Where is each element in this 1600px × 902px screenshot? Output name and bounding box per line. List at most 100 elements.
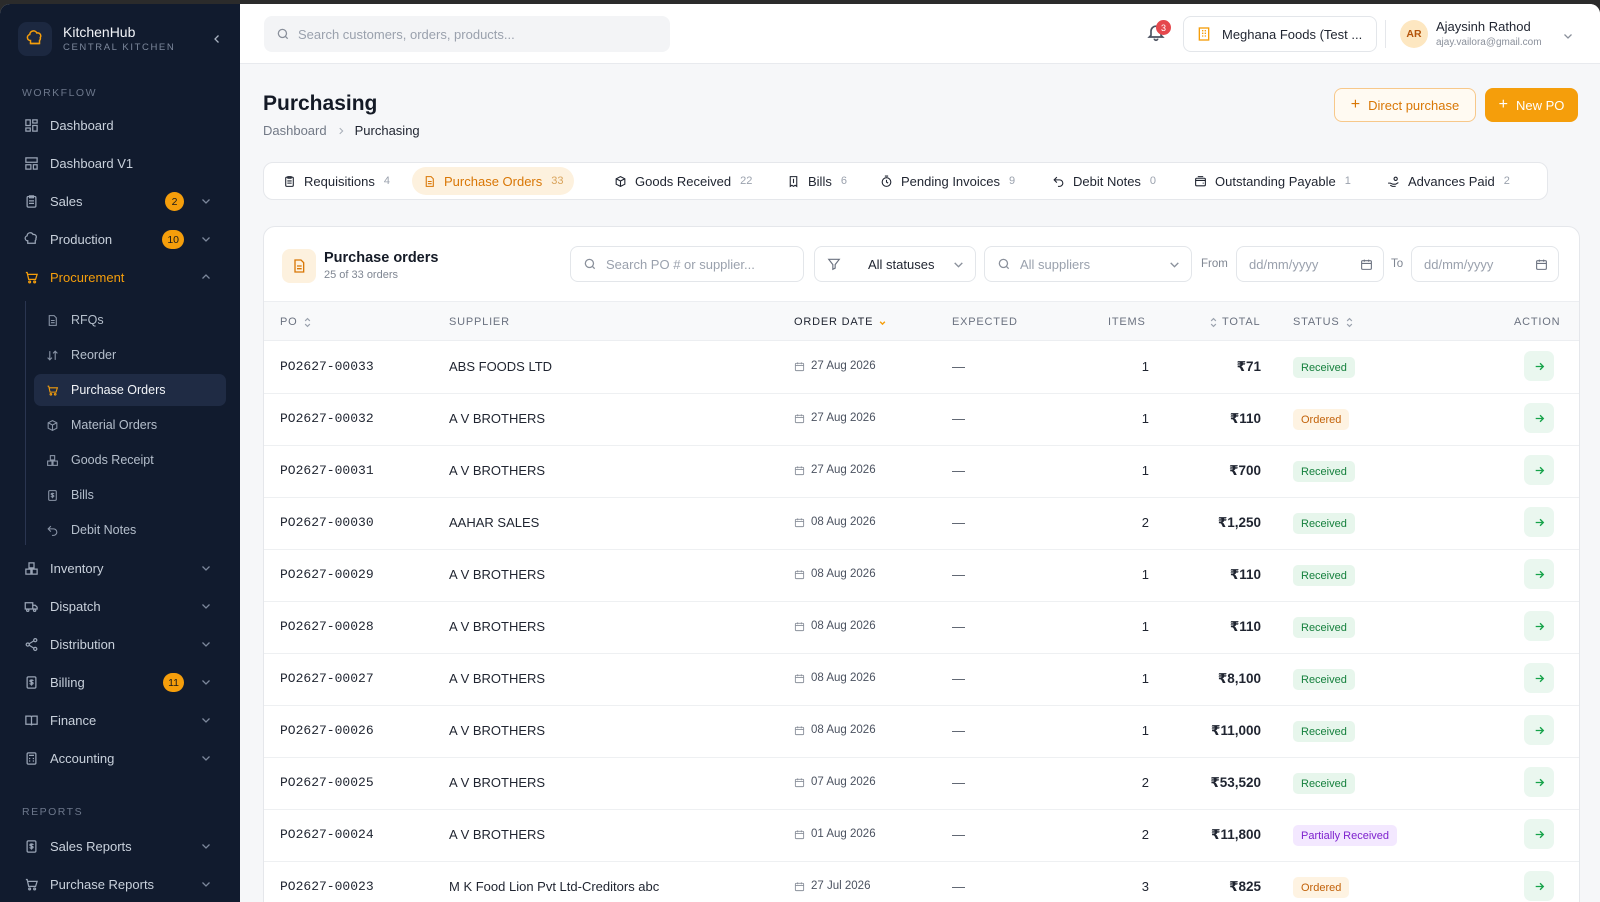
calendar-icon xyxy=(794,465,805,475)
sidebar-subitem-rfqs[interactable]: RFQs xyxy=(34,304,226,336)
table-row[interactable]: PO2627-00029 A V BROTHERS 08 Aug 2026 — 1 ₹11… xyxy=(264,549,1579,602)
open-order-button[interactable] xyxy=(1524,403,1554,433)
sidebar-item-sales[interactable]: Sales 2 xyxy=(14,184,226,218)
table-row[interactable]: PO2627-00033 ABS FOODS LTD 27 Aug 2026 — 1 ₹7… xyxy=(264,341,1579,394)
po-search-field[interactable] xyxy=(570,246,804,282)
sidebar-item-billing[interactable]: Billing 11 xyxy=(14,665,226,699)
boxes-icon xyxy=(45,453,59,467)
sidebar-item-finance[interactable]: Finance xyxy=(14,703,226,737)
table-row[interactable]: PO2627-00025 A V BROTHERS 07 Aug 2026 — 2 ₹53… xyxy=(264,757,1579,810)
chevron-down-icon xyxy=(202,844,210,849)
tab-advances-paid[interactable]: Advances Paid 2 xyxy=(1376,167,1520,195)
sidebar-item-dispatch[interactable]: Dispatch xyxy=(14,589,226,623)
po-number[interactable]: PO2627-00023 xyxy=(280,879,374,894)
status-badge: Received xyxy=(1293,721,1355,742)
order-date: 27 Jul 2026 xyxy=(794,880,870,892)
sidebar-subitem-bills[interactable]: Bills xyxy=(34,479,226,511)
sidebar-item-procurement[interactable]: Procurement xyxy=(14,260,226,294)
avatar[interactable]: AR xyxy=(1400,20,1428,48)
organization-selector[interactable]: Meghana Foods (Test ... xyxy=(1183,16,1377,52)
doc-icon xyxy=(45,313,59,327)
po-number[interactable]: PO2627-00033 xyxy=(280,359,374,374)
sidebar-item-dashboard[interactable]: Dashboard xyxy=(14,108,226,142)
order-date-text: 08 Aug 2026 xyxy=(811,568,876,580)
sidebar-subitem-material-orders[interactable]: Material Orders xyxy=(34,409,226,441)
table-row[interactable]: PO2627-00026 A V BROTHERS 08 Aug 2026 — 1 ₹11… xyxy=(264,705,1579,758)
new-po-button[interactable]: + New PO xyxy=(1485,88,1578,122)
open-order-button[interactable] xyxy=(1524,819,1554,849)
open-order-button[interactable] xyxy=(1524,663,1554,693)
column-header-order-date[interactable]: ORDER DATE xyxy=(794,316,887,328)
tab-outstanding-payable[interactable]: Outstanding Payable 1 xyxy=(1183,167,1361,195)
status-filter-select[interactable]: All statuses xyxy=(814,246,976,282)
table-row[interactable]: PO2627-00032 A V BROTHERS 27 Aug 2026 — 1 ₹11… xyxy=(264,393,1579,446)
order-date-text: 08 Aug 2026 xyxy=(811,620,876,632)
tab-bills[interactable]: Bills 6 xyxy=(776,167,857,195)
order-total: ₹110 xyxy=(1229,411,1261,426)
table-row[interactable]: PO2627-00024 A V BROTHERS 01 Aug 2026 — 2 ₹11… xyxy=(264,809,1579,862)
tab-goods-received[interactable]: Goods Received 22 xyxy=(603,167,762,195)
column-header-total[interactable]: TOTAL xyxy=(1209,316,1260,328)
po-number[interactable]: PO2627-00024 xyxy=(280,827,374,842)
status-badge: Received xyxy=(1293,565,1355,586)
po-number[interactable]: PO2627-00026 xyxy=(280,723,374,738)
po-number[interactable]: PO2627-00029 xyxy=(280,567,374,582)
sidebar-item-sales-reports[interactable]: Sales Reports xyxy=(14,829,226,863)
chevron-down-icon[interactable] xyxy=(1562,30,1574,42)
tab-requisitions[interactable]: Requisitions 4 xyxy=(272,167,400,195)
sidebar-item-accounting[interactable]: Accounting xyxy=(14,741,226,775)
po-number[interactable]: PO2627-00028 xyxy=(280,619,374,634)
table-row[interactable]: PO2627-00027 A V BROTHERS 08 Aug 2026 — 1 ₹8,… xyxy=(264,653,1579,706)
supplier-filter-input[interactable] xyxy=(1020,256,1170,272)
search-icon xyxy=(277,28,289,40)
breadcrumb-dashboard[interactable]: Dashboard xyxy=(263,123,327,138)
table-row[interactable]: PO2627-00031 A V BROTHERS 27 Aug 2026 — 1 ₹70… xyxy=(264,445,1579,498)
column-header-status[interactable]: STATUS xyxy=(1293,316,1354,328)
open-order-button[interactable] xyxy=(1524,715,1554,745)
chevron-down-icon xyxy=(954,262,963,268)
from-date-field[interactable] xyxy=(1236,246,1384,282)
sidebar-item-production[interactable]: Production 10 xyxy=(14,222,226,256)
sidebar-subitem-purchase-orders[interactable]: Purchase Orders xyxy=(34,374,226,406)
po-number[interactable]: PO2627-00025 xyxy=(280,775,374,790)
sidebar-item-dashboard-v1[interactable]: Dashboard V1 xyxy=(14,146,226,180)
open-order-button[interactable] xyxy=(1524,507,1554,537)
table-row[interactable]: PO2627-00023 M K Food Lion Pvt Ltd-Credit… xyxy=(264,861,1579,902)
from-date-input[interactable] xyxy=(1249,256,1359,272)
open-order-button[interactable] xyxy=(1524,611,1554,641)
open-order-button[interactable] xyxy=(1524,871,1554,901)
user-name[interactable]: Ajaysinh Rathod xyxy=(1436,19,1531,34)
po-search-input[interactable] xyxy=(606,256,796,272)
tab-purchase-orders[interactable]: Purchase Orders 33 xyxy=(412,167,574,195)
global-search[interactable] xyxy=(264,16,670,52)
po-number[interactable]: PO2627-00032 xyxy=(280,411,374,426)
collapse-sidebar-button[interactable] xyxy=(206,28,228,50)
tab-count: 22 xyxy=(740,175,753,187)
table-row[interactable]: PO2627-00030 AAHAR SALES 08 Aug 2026 — 2 ₹1,2… xyxy=(264,497,1579,550)
open-order-button[interactable] xyxy=(1524,351,1554,381)
tab-pending-invoices[interactable]: Pending Invoices 9 xyxy=(869,167,1025,195)
po-number[interactable]: PO2627-00027 xyxy=(280,671,374,686)
sidebar-item-purchase-reports[interactable]: Purchase Reports xyxy=(14,867,226,901)
sidebar-item-inventory[interactable]: Inventory xyxy=(14,551,226,585)
open-order-button[interactable] xyxy=(1524,767,1554,797)
table-row[interactable]: PO2627-00028 A V BROTHERS 08 Aug 2026 — 1 ₹11… xyxy=(264,601,1579,654)
po-number[interactable]: PO2627-00031 xyxy=(280,463,374,478)
open-order-button[interactable] xyxy=(1524,559,1554,589)
tab-debit-notes[interactable]: Debit Notes 0 xyxy=(1041,167,1166,195)
to-date-input[interactable] xyxy=(1424,256,1534,272)
sidebar-item-label: Distribution xyxy=(50,636,116,652)
direct-purchase-button[interactable]: + Direct purchase xyxy=(1334,88,1476,122)
sidebar-subitem-debit-notes[interactable]: Debit Notes xyxy=(34,514,226,546)
supplier-filter-select[interactable] xyxy=(984,246,1192,282)
column-label: ORDER DATE xyxy=(794,316,874,328)
sidebar-item-distribution[interactable]: Distribution xyxy=(14,627,226,661)
open-order-button[interactable] xyxy=(1524,455,1554,485)
tab-label: Goods Received xyxy=(635,173,732,189)
column-header-po[interactable]: PO xyxy=(280,316,312,328)
global-search-input[interactable] xyxy=(298,26,658,42)
po-number[interactable]: PO2627-00030 xyxy=(280,515,374,530)
to-date-field[interactable] xyxy=(1411,246,1559,282)
sidebar-subitem-goods-receipt[interactable]: Goods Receipt xyxy=(34,444,226,476)
sidebar-subitem-reorder[interactable]: Reorder xyxy=(34,339,226,371)
